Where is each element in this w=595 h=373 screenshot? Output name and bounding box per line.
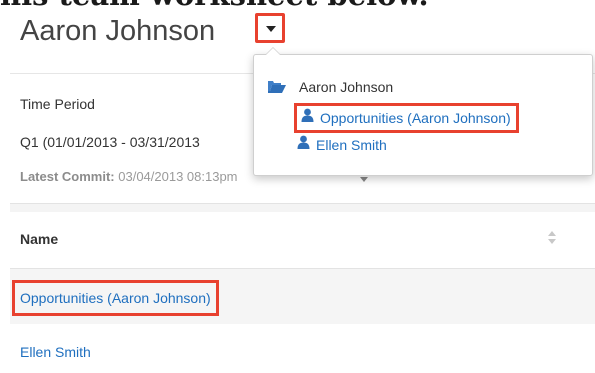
time-period-value[interactable]: Q1 (01/01/2013 - 03/31/2013 xyxy=(20,134,200,150)
page-heading-cut: his team worksheet below. xyxy=(0,0,595,8)
column-header-name[interactable]: Name xyxy=(20,231,58,247)
menu-item-opportunities[interactable]: Opportunities (Aaron Johnson) xyxy=(294,103,519,133)
commit-caret-icon[interactable] xyxy=(360,177,368,182)
menu-root-label: Aaron Johnson xyxy=(299,79,394,95)
user-switch-menu: Aaron Johnson Opportunities (Aaron Johns… xyxy=(253,47,593,176)
menu-item-ellen-smith[interactable]: Ellen Smith xyxy=(297,135,387,156)
latest-commit-label: Latest Commit: xyxy=(20,169,115,184)
menu-item-label: Ellen Smith xyxy=(316,137,387,153)
person-icon xyxy=(297,134,310,154)
menu-item-root-user[interactable]: Aaron Johnson xyxy=(267,79,393,97)
user-switch-dropdown-button[interactable] xyxy=(255,13,285,43)
sort-icon[interactable] xyxy=(548,231,556,245)
row-link-ellen-smith[interactable]: Ellen Smith xyxy=(20,344,91,360)
table-top-border xyxy=(10,203,595,212)
row-link-opportunities[interactable]: Opportunities (Aaron Johnson) xyxy=(12,280,219,316)
latest-commit-value: 03/04/2013 08:13pm xyxy=(118,169,238,184)
worksheet-user-title: Aaron Johnson xyxy=(20,15,216,47)
menu-item-label: Opportunities (Aaron Johnson) xyxy=(320,110,511,126)
caret-down-icon xyxy=(266,26,276,32)
folder-open-icon xyxy=(267,80,287,97)
latest-commit[interactable]: Latest Commit: 03/04/2013 08:13pm xyxy=(20,169,238,184)
person-icon xyxy=(301,105,314,129)
time-period-label: Time Period xyxy=(20,96,95,112)
